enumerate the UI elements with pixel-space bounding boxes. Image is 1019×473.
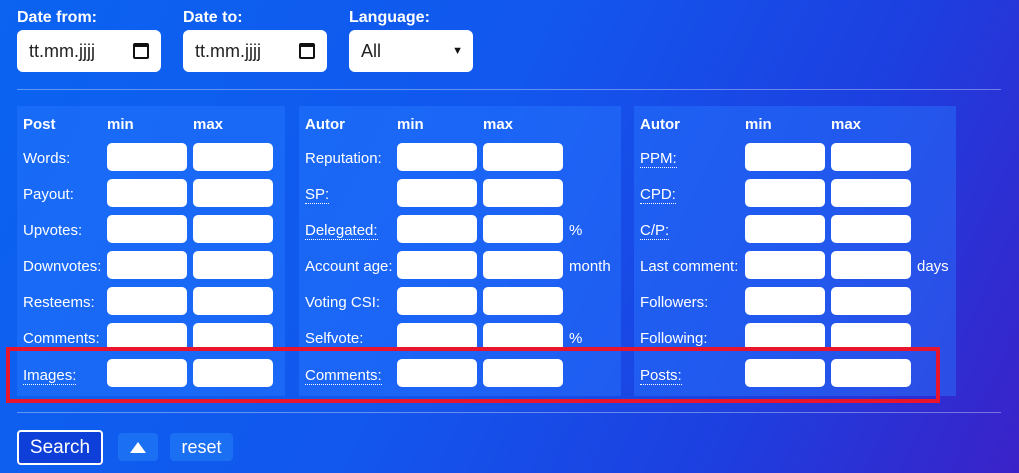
- reputation-min-input[interactable]: [397, 143, 477, 171]
- date-to-input[interactable]: tt.mm.jjjj: [183, 30, 327, 72]
- resteems-min-input[interactable]: [107, 287, 187, 315]
- row-label-reputation: Reputation:: [305, 150, 382, 167]
- reset-button[interactable]: reset: [170, 433, 233, 461]
- cpd-min-input[interactable]: [745, 179, 825, 207]
- row-label-last-comment: Last comment:: [640, 258, 739, 275]
- max-header: max: [831, 116, 862, 133]
- followers-min-input[interactable]: [745, 287, 825, 315]
- voting-csi-max-input[interactable]: [483, 287, 563, 315]
- last-comment-min-input[interactable]: [745, 251, 825, 279]
- row-label-delegated: Delegated:: [305, 222, 378, 240]
- upvotes-max-input[interactable]: [193, 215, 273, 243]
- cp-max-input[interactable]: [831, 215, 911, 243]
- row-label-account-age: Account age:: [305, 258, 393, 275]
- ppm-min-input[interactable]: [745, 143, 825, 171]
- delegated-min-input[interactable]: [397, 215, 477, 243]
- highlight-box: [6, 347, 940, 403]
- sp-min-input[interactable]: [397, 179, 477, 207]
- chevron-down-icon: ▼: [452, 45, 463, 57]
- language-label: Language:: [349, 9, 430, 26]
- row-label-cpd: CPD:: [640, 186, 676, 204]
- max-header: max: [193, 116, 224, 133]
- ppm-label-text: PPM:: [640, 150, 677, 168]
- reputation-max-input[interactable]: [483, 143, 563, 171]
- account-age-min-input[interactable]: [397, 251, 477, 279]
- max-header: max: [483, 116, 514, 133]
- language-value: All: [361, 40, 382, 61]
- downvotes-min-input[interactable]: [107, 251, 187, 279]
- row-label-cp: C/P:: [640, 222, 670, 240]
- row-label-followers: Followers:: [640, 294, 709, 311]
- search-button[interactable]: Search: [17, 430, 103, 465]
- language-select[interactable]: All ▼: [349, 30, 473, 72]
- date-from-label: Date from:: [17, 9, 98, 26]
- account-age-max-input[interactable]: [483, 251, 563, 279]
- row-label-sp: SP:: [305, 186, 330, 204]
- collapse-button[interactable]: [118, 433, 158, 461]
- cpd-max-input[interactable]: [831, 179, 911, 207]
- date-from-input[interactable]: tt.mm.jjjj: [17, 30, 161, 72]
- words-max-input[interactable]: [193, 143, 273, 171]
- sp-label-text: SP:: [305, 186, 330, 204]
- cpd-label-text: CPD:: [640, 186, 676, 204]
- divider: [17, 89, 1001, 90]
- row-label-comments: Comments:: [23, 330, 100, 347]
- date-from-value: tt.mm.jjjj: [29, 40, 95, 61]
- panel-header: Post: [23, 116, 56, 133]
- payout-min-input[interactable]: [107, 179, 187, 207]
- calendar-icon[interactable]: [133, 43, 149, 59]
- min-header: min: [397, 116, 424, 133]
- voting-csi-min-input[interactable]: [397, 287, 477, 315]
- date-to-label: Date to:: [183, 9, 243, 26]
- row-label-selfvote: Selfvote:: [305, 330, 364, 347]
- delegated-max-input[interactable]: [483, 215, 563, 243]
- ppm-max-input[interactable]: [831, 143, 911, 171]
- row-label-ppm: PPM:: [640, 150, 677, 168]
- row-label-payout: Payout:: [23, 186, 74, 203]
- last-comment-unit: days: [917, 258, 949, 275]
- cp-min-input[interactable]: [745, 215, 825, 243]
- last-comment-max-input[interactable]: [831, 251, 911, 279]
- min-header: min: [745, 116, 772, 133]
- cp-label-text: C/P:: [640, 222, 670, 240]
- date-to-value: tt.mm.jjjj: [195, 40, 261, 61]
- downvotes-max-input[interactable]: [193, 251, 273, 279]
- min-header: min: [107, 116, 134, 133]
- delegated-unit: %: [569, 222, 583, 239]
- selfvote-unit: %: [569, 330, 583, 347]
- words-min-input[interactable]: [107, 143, 187, 171]
- calendar-icon[interactable]: [299, 43, 315, 59]
- row-label-resteems: Resteems:: [23, 294, 95, 311]
- payout-max-input[interactable]: [193, 179, 273, 207]
- triangle-up-icon: [130, 441, 146, 453]
- panel-header: Autor: [640, 116, 680, 133]
- sp-max-input[interactable]: [483, 179, 563, 207]
- row-label-voting-csi: Voting CSI:: [305, 294, 381, 311]
- account-age-unit: month: [569, 258, 611, 275]
- row-label-following: Following:: [640, 330, 708, 347]
- upvotes-min-input[interactable]: [107, 215, 187, 243]
- followers-max-input[interactable]: [831, 287, 911, 315]
- row-label-words: Words:: [23, 150, 71, 167]
- panel-header: Autor: [305, 116, 345, 133]
- row-label-upvotes: Upvotes:: [23, 222, 83, 239]
- divider: [17, 412, 1001, 413]
- delegated-label-text: Delegated:: [305, 222, 378, 240]
- resteems-max-input[interactable]: [193, 287, 273, 315]
- row-label-downvotes: Downvotes:: [23, 258, 102, 275]
